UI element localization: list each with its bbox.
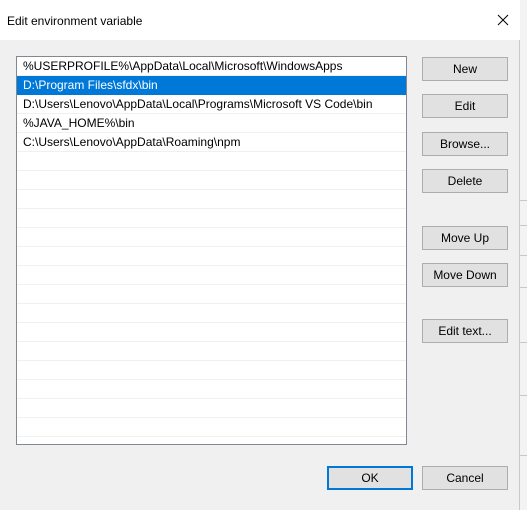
path-list-empty-row[interactable] xyxy=(17,304,406,323)
path-list[interactable]: %USERPROFILE%\AppData\Local\Microsoft\Wi… xyxy=(16,56,407,445)
new-button[interactable]: New xyxy=(422,57,508,81)
browse-button[interactable]: Browse... xyxy=(422,132,508,156)
delete-button[interactable]: Delete xyxy=(422,169,508,193)
title-bar[interactable]: Edit environment variable xyxy=(0,0,520,40)
background-window-edge xyxy=(520,0,527,510)
path-list-empty-row[interactable] xyxy=(17,228,406,247)
path-list-empty-row[interactable] xyxy=(17,361,406,380)
path-list-empty-row[interactable] xyxy=(17,247,406,266)
path-list-item[interactable]: %JAVA_HOME%\bin xyxy=(17,114,406,133)
path-list-empty-row[interactable] xyxy=(17,266,406,285)
path-list-empty-row[interactable] xyxy=(17,285,406,304)
edit-text-button[interactable]: Edit text... xyxy=(422,319,508,343)
background-divider xyxy=(520,287,527,288)
path-list-item[interactable]: C:\Users\Lenovo\AppData\Roaming\npm xyxy=(17,133,406,152)
background-divider xyxy=(520,342,527,343)
edit-button[interactable]: Edit xyxy=(422,94,508,118)
path-list-empty-row[interactable] xyxy=(17,399,406,418)
window-title: Edit environment variable xyxy=(7,14,143,28)
path-list-empty-row[interactable] xyxy=(17,209,406,228)
path-list-empty-row[interactable] xyxy=(17,437,406,444)
background-divider xyxy=(520,395,527,396)
move-down-button[interactable]: Move Down xyxy=(422,263,508,287)
path-list-empty-row[interactable] xyxy=(17,171,406,190)
move-up-button[interactable]: Move Up xyxy=(422,226,508,250)
background-divider xyxy=(520,455,527,456)
path-list-empty-row[interactable] xyxy=(17,380,406,399)
path-list-empty-row[interactable] xyxy=(17,152,406,171)
path-list-empty-row[interactable] xyxy=(17,418,406,437)
path-list-item[interactable]: D:\Users\Lenovo\AppData\Local\Programs\M… xyxy=(17,95,406,114)
path-list-item[interactable]: D:\Program Files\sfdx\bin xyxy=(17,76,406,95)
path-list-item[interactable]: %USERPROFILE%\AppData\Local\Microsoft\Wi… xyxy=(17,57,406,76)
close-button[interactable] xyxy=(486,1,520,39)
background-divider xyxy=(520,225,527,226)
background-divider xyxy=(520,200,527,201)
path-list-empty-row[interactable] xyxy=(17,190,406,209)
cancel-button[interactable]: Cancel xyxy=(422,466,508,490)
path-list-empty-row[interactable] xyxy=(17,342,406,361)
edit-environment-variable-dialog: Edit environment variable %USERPROFILE%\… xyxy=(0,0,520,510)
close-icon xyxy=(497,14,509,26)
background-divider xyxy=(520,255,527,256)
ok-button[interactable]: OK xyxy=(327,466,413,490)
path-list-empty-row[interactable] xyxy=(17,323,406,342)
